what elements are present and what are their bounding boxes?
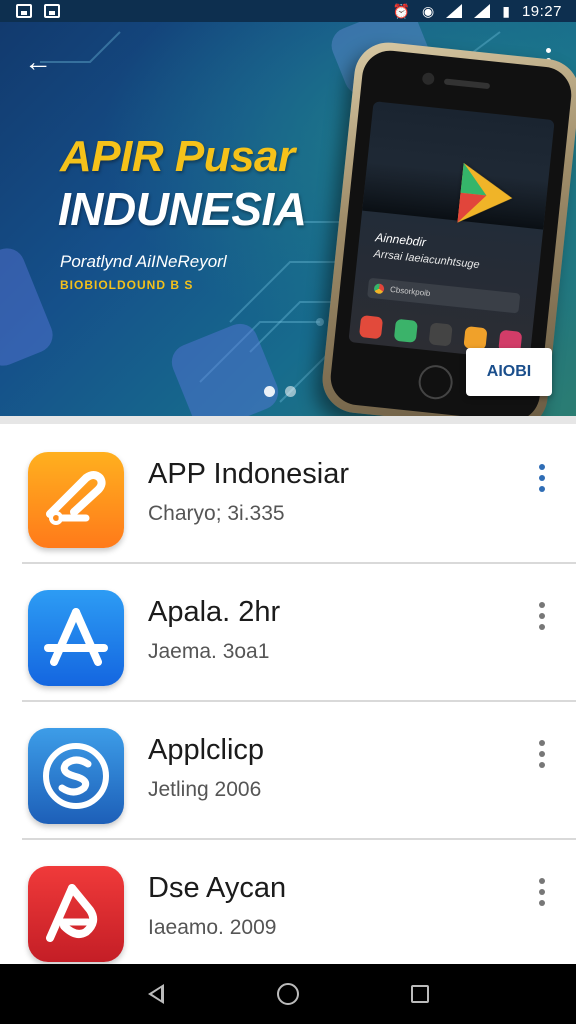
battery-icon: ▮ bbox=[502, 3, 510, 19]
hero-banner[interactable]: ← APIR Pusar INDUNESIA Poratlynd AiINeRe… bbox=[0, 22, 576, 416]
app-meta: Jaema. 3oa1 bbox=[148, 640, 270, 663]
back-icon bbox=[148, 984, 164, 1004]
phone-screen-subtitle: Arrsai Iaeiacunhtsuge bbox=[373, 248, 481, 272]
app-name: Dse Aycan bbox=[148, 872, 287, 904]
banner-headline-country: INDUNESIA bbox=[58, 183, 307, 235]
app-screen: ⏰ ◉ ▮ 19:27 ← APIR Pusar INDUNESIA Porat… bbox=[0, 0, 576, 1024]
section-divider bbox=[0, 416, 576, 424]
app-meta: Iaeamo. 2009 bbox=[148, 916, 277, 939]
notification-icon: ◉ bbox=[422, 3, 435, 19]
app-icon bbox=[358, 315, 384, 340]
overflow-menu-icon[interactable] bbox=[536, 878, 548, 912]
back-arrow-icon[interactable]: ← bbox=[22, 46, 54, 78]
app-name: Apala. 2hr bbox=[148, 596, 281, 628]
phone-screen-landscape bbox=[362, 160, 549, 230]
phone-home-button bbox=[416, 363, 455, 401]
app-icon bbox=[428, 322, 453, 347]
status-bar-left bbox=[16, 4, 60, 18]
signal-icon bbox=[474, 4, 491, 18]
system-nav-bar bbox=[0, 964, 576, 1024]
app-meta: Charyo; 3i.335 bbox=[148, 502, 285, 525]
banner-subtagline: BIOBIOLDOUND B S bbox=[60, 278, 194, 292]
phone-screen: Ainnebdir Arrsai Iaeiacunhtsuge Cbsorkpo… bbox=[348, 101, 555, 361]
app-icon bbox=[463, 326, 488, 351]
overflow-menu-icon[interactable] bbox=[536, 464, 548, 498]
list-item[interactable]: APP Indonesiar Charyo; 3i.335 bbox=[0, 424, 576, 564]
phone-screen-title: Ainnebdir bbox=[374, 230, 427, 250]
image-icon bbox=[44, 4, 60, 18]
home-icon bbox=[277, 983, 299, 1005]
nav-home-button[interactable] bbox=[268, 974, 308, 1014]
route-icon bbox=[28, 452, 124, 548]
list-item[interactable]: Dse Aycan Iaeamo. 2009 bbox=[0, 838, 576, 964]
list-item[interactable]: Applclicp Jetling 2006 bbox=[0, 700, 576, 840]
image-icon bbox=[16, 4, 32, 18]
alarm-icon: ⏰ bbox=[392, 3, 411, 19]
phone-speaker bbox=[443, 78, 491, 90]
overflow-menu-icon[interactable] bbox=[536, 740, 548, 774]
banner-headline: APIR Pusar bbox=[60, 132, 295, 181]
app-store-a-icon bbox=[28, 590, 124, 686]
app-name: APP Indonesiar bbox=[148, 458, 349, 490]
carousel-dot-active[interactable] bbox=[264, 386, 275, 397]
nav-recents-button[interactable] bbox=[400, 974, 440, 1014]
status-bar-right: ⏰ ◉ ▮ 19:27 bbox=[393, 3, 562, 20]
signal-icon bbox=[446, 4, 463, 18]
red-a-icon bbox=[28, 866, 124, 962]
carousel-dot[interactable] bbox=[285, 386, 296, 397]
banner-badge: AIOBI bbox=[466, 348, 552, 396]
phone-camera bbox=[421, 72, 435, 86]
app-icon bbox=[393, 318, 418, 343]
banner-tagline: Poratlynd AiINeReyorl bbox=[60, 252, 227, 271]
app-meta: Jetling 2006 bbox=[148, 778, 262, 801]
nav-back-button[interactable] bbox=[136, 974, 176, 1014]
play-store-icon-red bbox=[457, 192, 487, 226]
play-store-icon-green bbox=[460, 162, 490, 196]
app-list: APP Indonesiar Charyo; 3i.335 Apala. 2hr… bbox=[0, 424, 576, 964]
phone-screen-topbar bbox=[381, 112, 543, 141]
s-circle-icon bbox=[28, 728, 124, 824]
recents-icon bbox=[411, 985, 429, 1003]
phone-screen-search: Cbsorkpoib bbox=[367, 277, 521, 314]
app-name: Applclicp bbox=[148, 734, 265, 766]
carousel-indicator bbox=[264, 386, 296, 397]
status-time: 19:27 bbox=[521, 2, 562, 20]
status-bar: ⏰ ◉ ▮ 19:27 bbox=[0, 0, 576, 22]
overflow-menu-icon[interactable] bbox=[536, 602, 548, 636]
list-item[interactable]: Apala. 2hr Jaema. 3oa1 bbox=[0, 562, 576, 702]
